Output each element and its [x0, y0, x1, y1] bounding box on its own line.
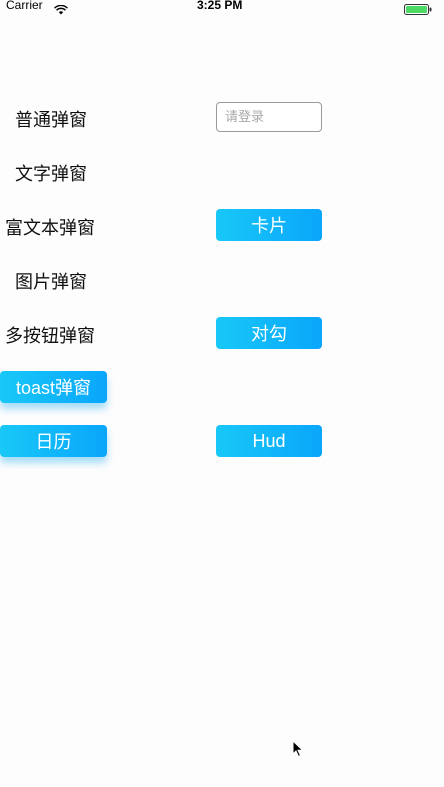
hud-button[interactable]: Hud: [216, 425, 322, 457]
battery-icon: [404, 0, 432, 19]
toast-popup-button[interactable]: toast弹窗: [0, 371, 107, 403]
checkmark-button[interactable]: 对勾: [216, 317, 322, 349]
multi-button-popup-button[interactable]: 多按钮弹窗: [5, 322, 95, 348]
image-popup-button[interactable]: 图片弹窗: [15, 268, 87, 294]
status-bar: Carrier 3:25 PM: [0, 0, 444, 15]
carrier-name: Carrier: [6, 0, 43, 12]
card-button[interactable]: 卡片: [216, 209, 322, 241]
calendar-button[interactable]: 日历: [0, 425, 107, 457]
rich-text-popup-button[interactable]: 富文本弹窗: [5, 214, 95, 240]
login-input[interactable]: [216, 102, 322, 132]
mouse-pointer-icon: [292, 739, 304, 762]
text-popup-button[interactable]: 文字弹窗: [15, 160, 87, 186]
wifi-icon: [54, 0, 68, 19]
clock-time: 3:25 PM: [197, 0, 243, 12]
normal-popup-button[interactable]: 普通弹窗: [15, 106, 87, 132]
